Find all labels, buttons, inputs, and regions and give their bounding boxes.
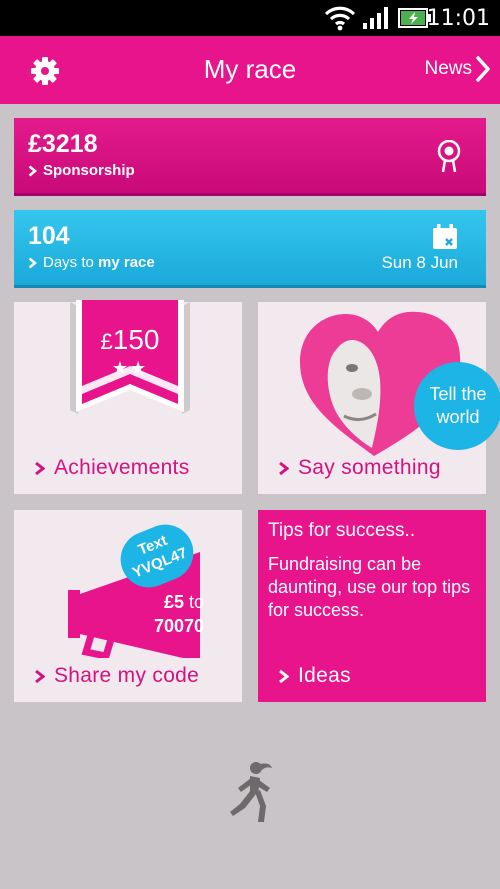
calendar-icon — [433, 224, 457, 249]
app-bar: My race News — [0, 36, 500, 104]
badge-amount: 150 — [112, 324, 160, 355]
achievements-tile[interactable]: £150 ★★ Achievements — [14, 300, 242, 494]
sponsorship-amount: £3218 — [28, 130, 98, 158]
chevron-right-icon — [28, 165, 37, 176]
days-label-prefix: Days to — [43, 254, 94, 271]
tell-the-world-bubble: Tell the world — [414, 362, 500, 450]
megaphone-graphic: Text YVQL47 £5 to 70070 — [60, 516, 220, 662]
achievements-link[interactable]: Achievements — [34, 456, 190, 480]
chevron-right-icon — [35, 461, 45, 475]
chevron-right-icon — [279, 669, 289, 683]
tips-body: Fundraising can be daunting, use our top… — [268, 554, 471, 620]
status-time: 11:01 — [426, 6, 490, 31]
badge-stars: ★★ — [111, 358, 149, 378]
days-count: 104 — [28, 222, 70, 250]
chevron-right-icon — [476, 56, 490, 82]
wifi-icon — [324, 6, 356, 31]
runner-icon[interactable] — [222, 760, 280, 826]
share-amount: £5 — [163, 592, 184, 612]
sponsorship-link[interactable]: Sponsorship — [28, 162, 135, 179]
news-button[interactable]: News — [424, 56, 490, 82]
news-label: News — [424, 58, 472, 79]
tips-tile[interactable]: Tips for success.. Fundraising can be da… — [258, 510, 486, 702]
race-date: Sun 8 Jun — [381, 253, 458, 272]
gorilla-heart-image: Tell the world — [296, 310, 500, 460]
days-label-bold: my race — [98, 254, 155, 271]
chevron-right-icon — [35, 669, 45, 683]
achievement-ribbon: £150 ★★ — [70, 300, 190, 424]
days-to-race-card[interactable]: 104 Days to my race Sun 8 Jun — [14, 210, 486, 288]
target-icon — [437, 140, 461, 173]
sponsorship-label: Sponsorship — [43, 162, 135, 179]
tips-title: Tips for success.. — [268, 520, 416, 541]
sponsorship-card[interactable]: £3218 Sponsorship — [14, 118, 486, 196]
signal-icon — [363, 7, 388, 29]
badge-currency: £ — [100, 329, 113, 354]
share-code-tile[interactable]: Text YVQL47 £5 to 70070 Share my code — [14, 510, 242, 702]
share-code-label: Share my code — [54, 664, 200, 687]
ideas-link[interactable]: Ideas — [278, 664, 351, 688]
share-number: 70070 — [153, 616, 204, 636]
status-bar: 11:01 — [0, 0, 500, 36]
ideas-label: Ideas — [298, 664, 351, 687]
share-code-link[interactable]: Share my code — [34, 664, 199, 688]
share-to: to — [188, 592, 204, 612]
achievements-label: Achievements — [54, 456, 190, 479]
chevron-right-icon — [279, 461, 289, 475]
say-something-link[interactable]: Say something — [278, 456, 441, 480]
say-something-label: Say something — [298, 456, 441, 479]
say-something-tile[interactable]: Tell the world Say something — [258, 302, 500, 494]
days-link[interactable]: Days to my race — [28, 254, 155, 271]
chevron-right-icon — [28, 257, 37, 268]
